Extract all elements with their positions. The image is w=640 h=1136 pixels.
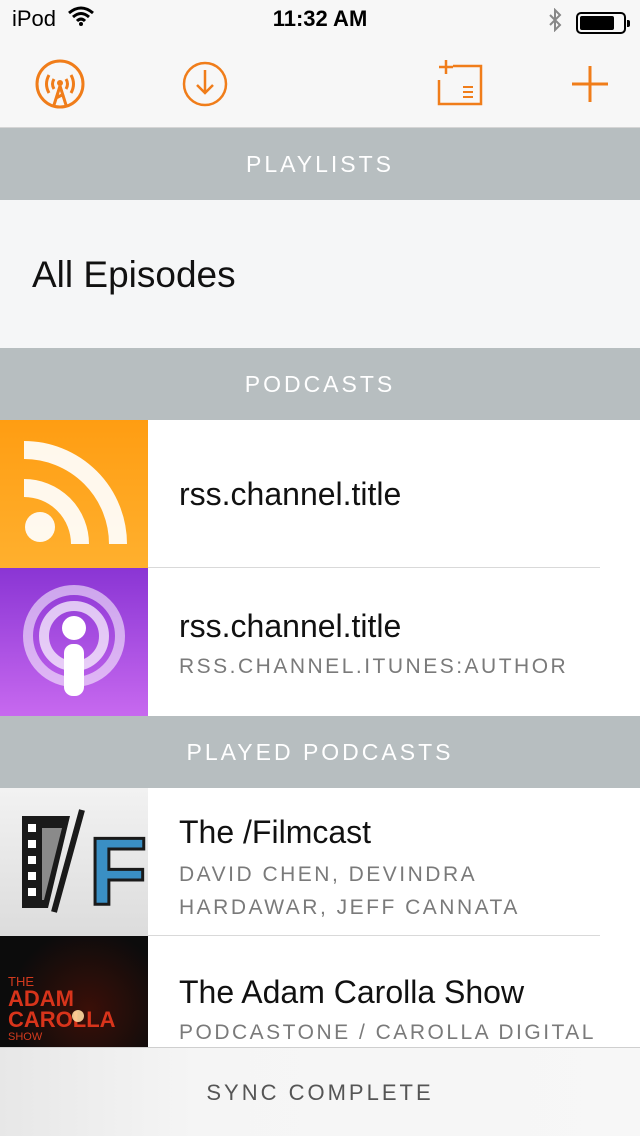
podcast-icon [0, 568, 148, 716]
add-icon[interactable] [562, 56, 618, 112]
add-playlist-icon[interactable] [431, 56, 487, 112]
status-time: 11:32 AM [272, 6, 368, 31]
playlist-item-all-episodes[interactable]: All Episodes [0, 200, 640, 348]
rss-feed-icon [0, 420, 148, 568]
podcast-title: The Adam Carolla Show [179, 974, 525, 1010]
download-icon[interactable] [177, 56, 233, 112]
sync-status-bar: SYNC COMPLETE [0, 1047, 640, 1136]
podcast-author: DAVID CHEN, DEVINDRA HARDAWAR, JEFF CANN… [179, 863, 520, 919]
playlist-item-label: All Episodes [32, 254, 236, 295]
overcast-icon[interactable] [32, 56, 88, 112]
filmcast-artwork: F [0, 788, 148, 936]
sync-status-label: SYNC COMPLETE [206, 1080, 434, 1105]
podcast-title: The /Filmcast [179, 814, 372, 850]
podcast-row[interactable]: rss.channel.title RSS.CHANNEL.ITUNES:AUT… [0, 568, 640, 716]
podcast-title: rss.channel.title [179, 476, 402, 512]
filmcast-logo-letter: F [89, 818, 148, 925]
section-header-played-podcasts: PLAYED PODCASTS [0, 716, 640, 788]
section-header-playlists: PLAYLISTS [0, 128, 640, 200]
section-header-podcasts: PODCASTS [0, 348, 640, 420]
podcast-author: RSS.CHANNEL.ITUNES:AUTHOR [179, 655, 569, 678]
podcast-row[interactable]: rss.channel.title [0, 420, 640, 568]
played-podcast-row[interactable]: F The /Filmcast DAVID CHEN, DEVINDRA HAR… [0, 788, 640, 936]
toolbar [0, 40, 640, 128]
status-bar: iPod 11:32 AM [0, 0, 640, 40]
carolla-logo-text: CAROLLA [8, 1007, 116, 1032]
status-right [548, 7, 630, 37]
battery-icon [576, 11, 630, 34]
podcast-author: PODCASTONE / CAROLLA DIGITAL [179, 1021, 596, 1044]
bluetooth-icon [548, 7, 562, 37]
podcast-title: rss.channel.title [179, 608, 402, 644]
carolla-logo-text: SHOW [8, 1031, 43, 1043]
